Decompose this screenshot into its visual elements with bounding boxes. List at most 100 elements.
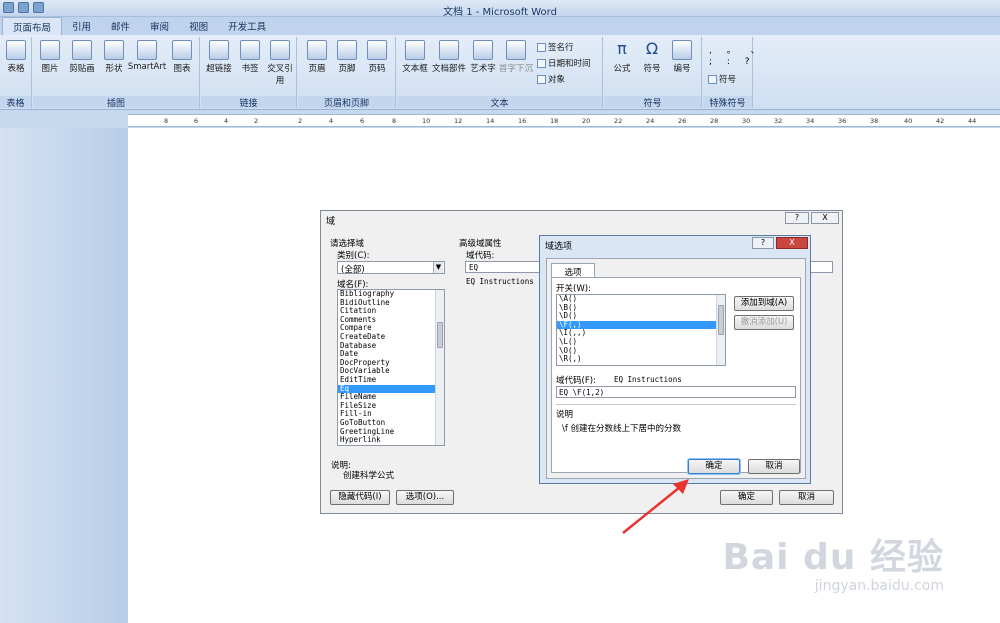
tab-review[interactable]: 审阅 (140, 17, 179, 35)
list-item[interactable]: \I(,,) (557, 329, 725, 338)
horizontal-ruler[interactable]: 8 6 4 2 2 4 6 8 10 12 14 16 18 20 22 24 … (128, 114, 1000, 127)
group-header-footer: 页眉 页脚 页码 页眉和页脚 (298, 37, 396, 109)
watermark-logo: Bai du 经验 (722, 537, 944, 578)
object-button[interactable]: 对象 (537, 73, 565, 85)
header-button[interactable]: 页眉 (302, 40, 332, 74)
chevron-down-icon[interactable]: ▼ (433, 262, 443, 273)
list-item[interactable]: EditTime (338, 375, 444, 385)
list-item[interactable]: \A() (557, 295, 725, 304)
tab-developer[interactable]: 开发工具 (218, 17, 276, 35)
category-label: 类别(C): (337, 251, 370, 261)
group-special-symbols: , 。 、 ; : ? 符号 特殊符号 (703, 37, 760, 109)
category-select[interactable]: (全部) ▼ (337, 261, 445, 275)
chart-button[interactable]: 图表 (167, 40, 197, 74)
table-button[interactable]: 表格 (1, 40, 31, 74)
description-text: 创建科学公式 (343, 471, 395, 481)
hide-codes-button[interactable]: 隐藏代码(I) (330, 490, 390, 505)
ribbon: 表格 表格 图片 剪贴画 形状 SmartArt 图表 插图 超链接 书签 交叉… (0, 35, 1000, 110)
options-description-text: \f 创建在分数线上下居中的分数 (562, 424, 682, 434)
symbol-button[interactable]: Ω 符号 (637, 39, 667, 75)
options-cancel-button[interactable]: 取消 (748, 459, 800, 474)
add-to-field-button[interactable]: 添加到域(A) (734, 296, 794, 311)
equation-button[interactable]: π 公式 (607, 39, 637, 75)
field-dialog-close-button[interactable]: X (811, 212, 839, 224)
clipart-icon (72, 40, 92, 60)
quick-parts-button[interactable]: 文档部件 (430, 40, 468, 74)
divider (556, 404, 796, 405)
picture-button[interactable]: 图片 (35, 40, 65, 74)
scrollbar-thumb[interactable] (718, 305, 724, 335)
scrollbar-thumb[interactable] (437, 322, 443, 348)
wordart-icon (473, 40, 493, 60)
punctuation-symbols[interactable]: , 。 、 (709, 43, 766, 56)
dropcap-button[interactable]: 首字下沉 (498, 40, 534, 74)
field-names-scrollbar[interactable] (435, 290, 444, 445)
picture-icon (40, 40, 60, 60)
number-icon (672, 40, 692, 60)
shapes-button[interactable]: 形状 (99, 40, 129, 74)
options-tab-panel: 开关(W): \A() \B() \D() \F(,) \I(,,) \L() … (551, 277, 801, 473)
field-ok-button[interactable]: 确定 (720, 490, 773, 505)
tab-references[interactable]: 引用 (62, 17, 101, 35)
watermark-url: jingyan.baidu.com (814, 578, 944, 594)
tab-view[interactable]: 视图 (179, 17, 218, 35)
quick-parts-icon (439, 40, 459, 60)
options-button[interactable]: 选项(O)... (396, 490, 454, 505)
field-dialog-help-button[interactable]: ? (785, 212, 809, 224)
footer-icon (337, 40, 357, 60)
omega-icon: Ω (645, 39, 659, 58)
switches-label: 开关(W): (556, 284, 591, 294)
field-instructions-hint: EQ Instructions (466, 277, 534, 286)
list-item[interactable]: Hyperlink (338, 435, 444, 445)
page-number-icon (367, 40, 387, 60)
bookmark-button[interactable]: 书签 (235, 40, 265, 74)
footer-button[interactable]: 页脚 (332, 40, 362, 74)
page-number-button[interactable]: 页码 (362, 40, 392, 74)
field-names-list[interactable]: Bibliography BidiOutline Citation Commen… (337, 289, 445, 446)
field-code-label: 域代码: (466, 251, 495, 261)
list-item[interactable]: \L() (557, 337, 725, 347)
field-dialog-title: 域 (326, 217, 336, 227)
field-cancel-button[interactable]: 取消 (779, 490, 834, 505)
wordart-button[interactable]: 艺术字 (468, 40, 498, 74)
special-symbol-button[interactable]: 符号 (708, 73, 736, 85)
hyperlink-button[interactable]: 超链接 (203, 40, 235, 74)
switches-scrollbar[interactable] (716, 295, 725, 365)
punctuation-symbols-2[interactable]: ; : ? (709, 57, 756, 67)
list-item[interactable]: \O() (557, 346, 725, 356)
textbox-button[interactable]: 文本框 (400, 40, 430, 74)
chart-icon (172, 40, 192, 60)
signature-line-button[interactable]: 签名行 (537, 41, 574, 53)
list-item[interactable]: \B() (557, 303, 725, 313)
smartart-icon (137, 40, 157, 60)
list-item[interactable]: \D() (557, 312, 725, 321)
clipart-button[interactable]: 剪贴画 (65, 40, 99, 74)
undo-add-button[interactable]: 撤消添加(U) (734, 315, 794, 330)
group-table: 表格 表格 (0, 37, 32, 109)
date-time-button[interactable]: 日期和时间 (537, 57, 591, 69)
numbering-button[interactable]: 编号 (667, 40, 697, 74)
tab-page-layout[interactable]: 页面布局 (2, 17, 63, 35)
calendar-icon (537, 58, 546, 68)
pi-icon: π (617, 39, 627, 58)
annotation-arrow-icon (622, 479, 689, 534)
list-item[interactable]: \R(,) (557, 355, 725, 364)
dropcap-icon (506, 40, 526, 60)
switches-list[interactable]: \A() \B() \D() \F(,) \I(,,) \L() \O() \R… (556, 294, 726, 366)
field-options-dialog: 域选项 ? X 选项 开关(W): \A() \B() \D() \F(,) \… (539, 235, 811, 484)
options-help-button[interactable]: ? (752, 237, 774, 249)
group-links: 超链接 书签 交叉引用 链接 (201, 37, 297, 109)
signature-icon (537, 42, 546, 52)
smartart-button[interactable]: SmartArt (127, 40, 167, 72)
cross-reference-button[interactable]: 交叉引用 (265, 40, 295, 86)
tab-options[interactable]: 选项 (551, 263, 595, 278)
table-icon (6, 40, 26, 60)
options-description-label: 说明 (556, 410, 574, 420)
object-icon (537, 74, 546, 84)
options-field-code-input[interactable]: EQ \F(1,2) (556, 386, 796, 398)
options-close-button[interactable]: X (776, 237, 808, 249)
tab-mailings[interactable]: 邮件 (101, 17, 140, 35)
options-field-code-hint: EQ Instructions (614, 375, 682, 384)
options-ok-button[interactable]: 确定 (688, 459, 740, 474)
globe-icon (209, 40, 229, 60)
